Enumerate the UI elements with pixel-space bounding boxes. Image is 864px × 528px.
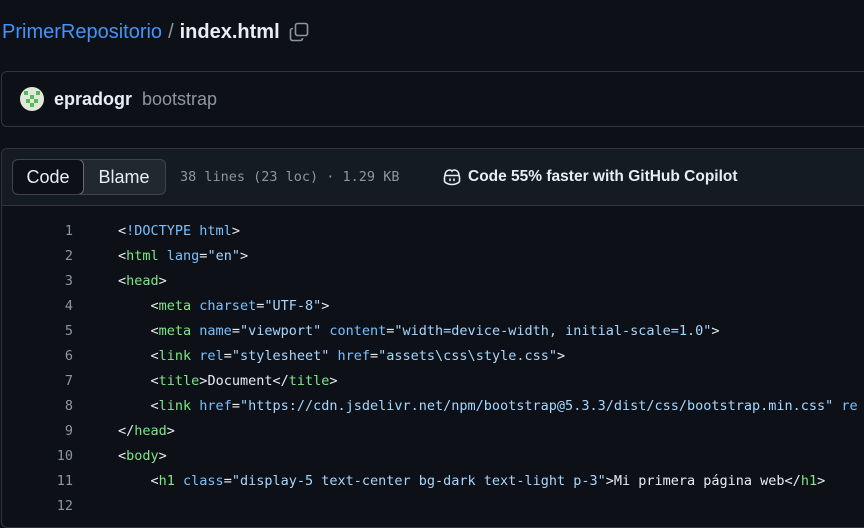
line-number[interactable]: 8 <box>2 398 73 414</box>
line-number[interactable]: 11 <box>2 473 73 489</box>
tab-blame[interactable]: Blame <box>83 160 165 194</box>
view-toggle: Code Blame <box>12 159 166 195</box>
line-content: <html lang="en"> <box>118 247 249 264</box>
copilot-icon <box>443 169 461 186</box>
code-line: 11 <h1 class="display-5 text-center bg-d… <box>2 468 864 493</box>
line-number[interactable]: 9 <box>2 423 73 439</box>
line-number[interactable]: 2 <box>2 248 73 264</box>
code-listing: 1 <!DOCTYPE html> 2 <html lang="en"> 3 <head>… <box>2 206 864 518</box>
copilot-promo-link[interactable]: Code 55% faster with GitHub Copilot <box>442 149 738 205</box>
breadcrumb-repo-link[interactable]: PrimerRepositorio <box>2 21 162 44</box>
line-number[interactable]: 7 <box>2 373 73 389</box>
copy-path-button[interactable] <box>288 21 310 43</box>
code-line: 6 <link rel="stylesheet" href="assets\cs… <box>2 343 864 368</box>
line-content: <meta name="viewport" content="width=dev… <box>150 322 720 339</box>
line-number[interactable]: 10 <box>2 448 73 464</box>
line-content: <h1 class="display-5 text-center bg-dark… <box>150 472 826 489</box>
copilot-promo-text: Code 55% faster with GitHub Copilot <box>468 168 738 185</box>
identicon <box>20 87 44 111</box>
file-header: Code Blame 38 lines (23 loc) · 1.29 KB C… <box>2 149 864 206</box>
code-line: 10 <body> <box>2 443 864 468</box>
line-content: <head> <box>118 272 167 289</box>
file-viewer: Code Blame 38 lines (23 loc) · 1.29 KB C… <box>1 148 864 528</box>
line-number[interactable]: 6 <box>2 348 73 364</box>
code-line: 3 <head> <box>2 268 864 293</box>
code-line: 7 <title>Document</title> <box>2 368 864 393</box>
line-number[interactable]: 1 <box>2 223 73 239</box>
line-number[interactable]: 5 <box>2 323 73 339</box>
latest-commit-box: epradogr bootstrap <box>1 71 864 127</box>
line-content: <!DOCTYPE html> <box>118 222 240 239</box>
breadcrumb: PrimerRepositorio / index.html <box>2 18 310 46</box>
breadcrumb-separator: / <box>168 20 174 43</box>
code-line: 9 </head> <box>2 418 864 443</box>
line-number[interactable]: 3 <box>2 273 73 289</box>
tab-code[interactable]: Code <box>13 160 84 194</box>
code-line: 5 <meta name="viewport" content="width=d… <box>2 318 864 343</box>
line-content: <link href="https://cdn.jsdelivr.net/npm… <box>150 397 858 414</box>
copy-icon <box>289 22 308 42</box>
line-content: <body> <box>118 447 167 464</box>
code-line: 4 <meta charset="UTF-8"> <box>2 293 864 318</box>
code-line: 1 <!DOCTYPE html> <box>2 218 864 243</box>
line-content: <link rel="stylesheet" href="assets\css\… <box>150 347 566 364</box>
code-line: 12 <box>2 493 864 518</box>
line-content: </head> <box>118 422 175 439</box>
code-line: 8 <link href="https://cdn.jsdelivr.net/n… <box>2 393 864 418</box>
line-content: <meta charset="UTF-8"> <box>150 297 330 314</box>
avatar[interactable] <box>20 87 44 111</box>
line-content: <title>Document</title> <box>150 372 338 389</box>
code-line: 2 <html lang="en"> <box>2 243 864 268</box>
breadcrumb-file-name: index.html <box>179 20 280 43</box>
commit-author-link[interactable]: epradogr <box>54 89 132 110</box>
commit-message-link[interactable]: bootstrap <box>142 89 217 110</box>
line-number[interactable]: 4 <box>2 298 73 314</box>
file-info: 38 lines (23 loc) · 1.29 KB <box>180 169 400 185</box>
